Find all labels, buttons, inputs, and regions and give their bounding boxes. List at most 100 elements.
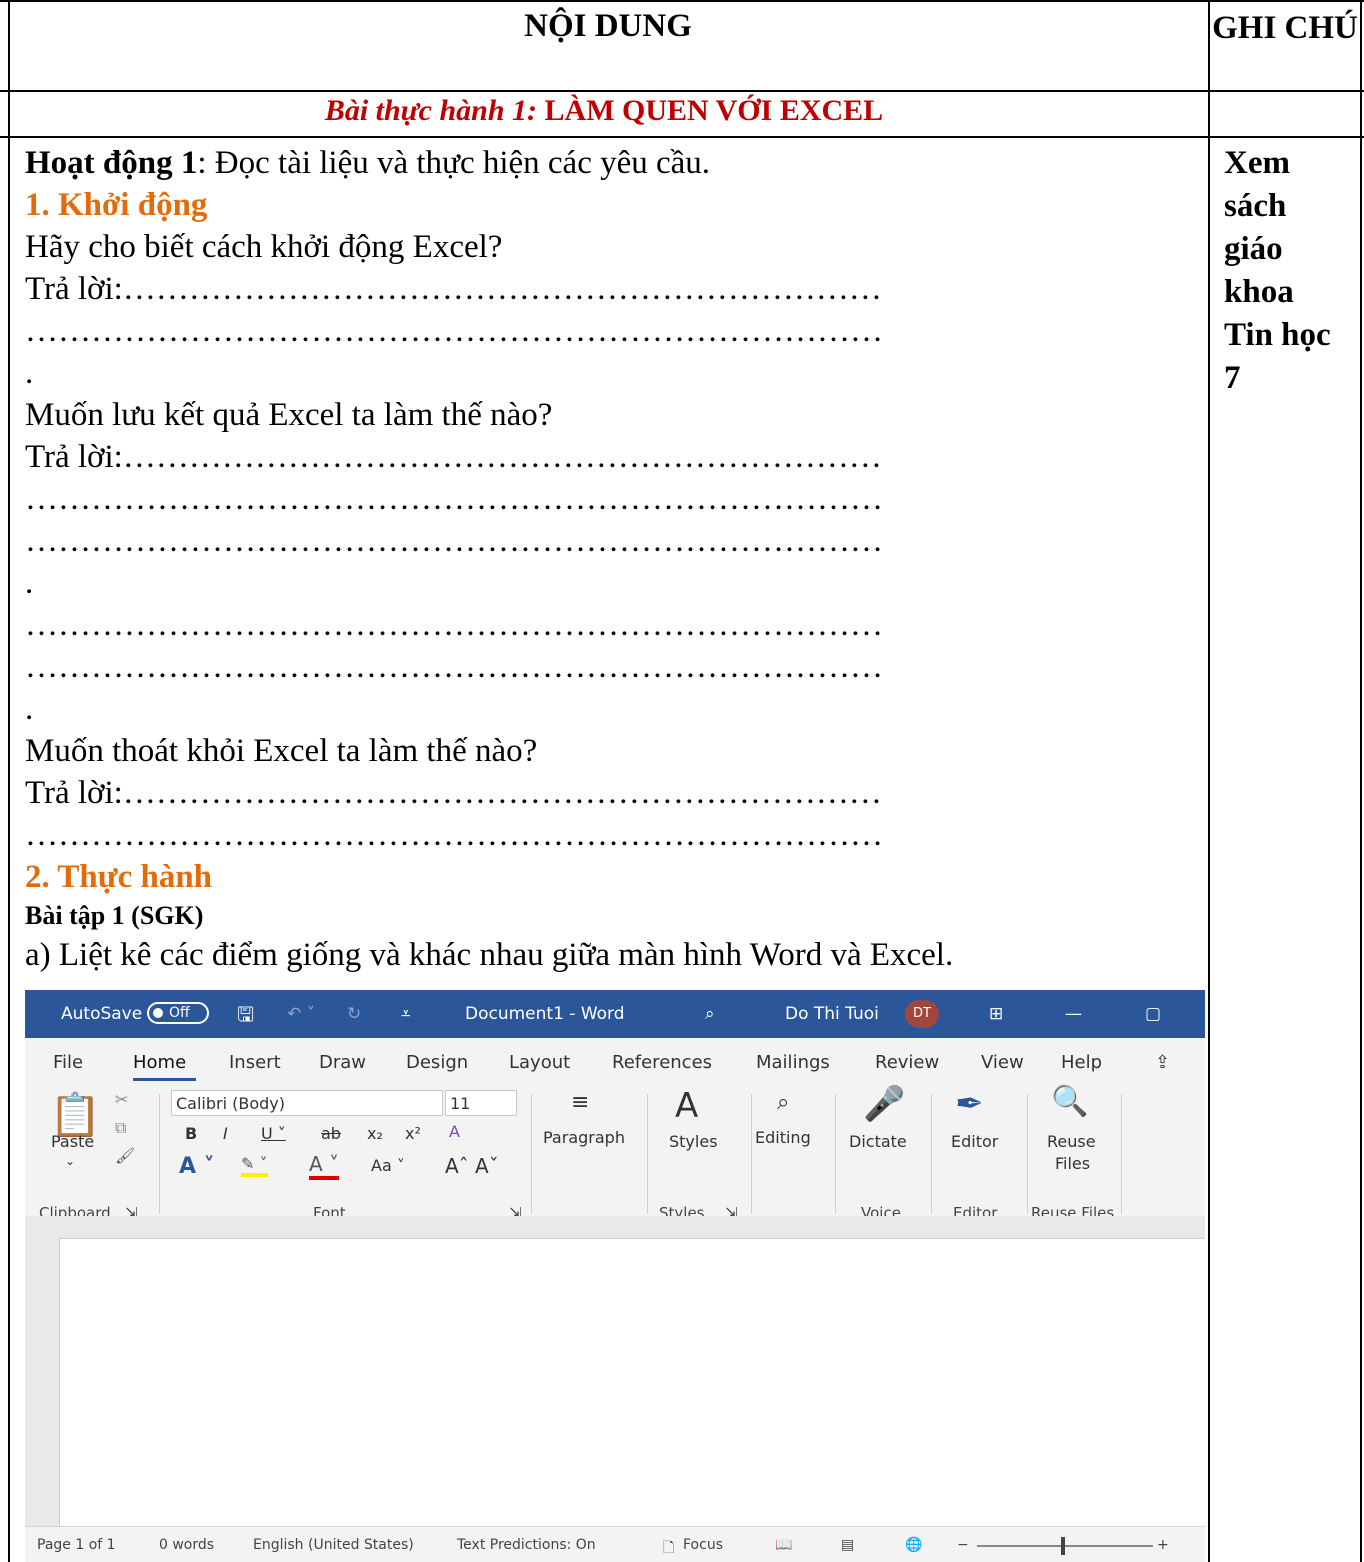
dots-line: …………………………………………………………………… [25,313,883,349]
answer-line: Trả lời:…………………………………………………………… [25,775,882,811]
table-border-right [1360,0,1362,1562]
paragraph-icon[interactable]: ≡ [571,1090,589,1115]
tab-view[interactable]: View [981,1052,1024,1073]
font-color-icon[interactable]: A ˅ [309,1152,340,1180]
zoom-out-icon[interactable]: − [957,1537,969,1553]
page-count[interactable]: Page 1 of 1 [37,1537,116,1553]
focus-icon[interactable]: 🗋 [663,1537,674,1561]
note-line: khoa [1224,274,1294,310]
language[interactable]: English (United States) [253,1537,414,1553]
group-separator [751,1094,752,1214]
dots-line: …………………………………………………………………… [25,481,883,517]
zoom-slider-knob[interactable] [1061,1537,1065,1555]
editor-button[interactable]: Editor [951,1132,998,1151]
paragraph-button[interactable]: Paragraph [543,1128,625,1147]
change-case-icon[interactable]: Aa ˅ [371,1156,405,1175]
group-separator [931,1094,932,1214]
tab-references[interactable]: References [612,1052,712,1073]
table-column-divider [1208,0,1210,1562]
microphone-icon[interactable]: 🎤 [863,1084,905,1124]
highlight-icon[interactable]: ✎ ˅ [241,1154,268,1177]
user-name: Do Thi Tuoi [785,1004,879,1024]
print-layout-icon[interactable]: ▤ [841,1537,854,1553]
focus-button[interactable]: Focus [683,1537,723,1553]
word-screenshot: AutoSave Off 🖫 ↶ ˅ ↻ ⩡ Document1 - Word … [25,990,1205,1562]
reuse-button[interactable]: Reuse [1047,1132,1096,1151]
superscript-icon[interactable]: x² [405,1124,421,1143]
tab-layout[interactable]: Layout [509,1052,570,1073]
share-icon[interactable]: ⇪ [1155,1052,1170,1073]
text-effects-icon[interactable]: A ˅ [179,1154,215,1179]
group-separator [1027,1094,1028,1214]
note-cell: Xem sách giáo khoa Tin học 7 [1224,142,1354,400]
document-page[interactable] [59,1238,1205,1528]
avatar[interactable]: DT [905,1000,939,1028]
group-separator [1121,1094,1122,1214]
redo-icon[interactable]: ↻ [347,1004,361,1024]
document-title: Document1 - Word [465,1004,625,1024]
note-line: giáo [1224,231,1283,267]
tab-draw[interactable]: Draw [319,1052,366,1073]
tab-review[interactable]: Review [875,1052,939,1073]
dots-line: …………………………………………………………………… [25,649,883,685]
tab-file[interactable]: File [53,1052,83,1073]
font-name-select[interactable]: Calibri (Body) [171,1090,443,1116]
paste-button[interactable]: Paste [51,1132,94,1151]
lesson-prefix: Bài thực hành 1: [324,94,538,127]
underline-icon[interactable]: U ˅ [261,1124,286,1143]
dictate-button[interactable]: Dictate [849,1132,907,1151]
editor-pen-icon[interactable]: ✒ [955,1084,984,1124]
text-predictions[interactable]: Text Predictions: On [457,1537,596,1553]
tab-insert[interactable]: Insert [229,1052,281,1073]
font-size-select[interactable]: 11 [445,1090,517,1116]
dot-line: . [25,691,34,727]
minimize-icon[interactable]: — [1065,1004,1082,1024]
word-count[interactable]: 0 words [159,1537,214,1553]
strikethrough-icon[interactable]: ab [321,1124,341,1143]
tab-help[interactable]: Help [1061,1052,1102,1073]
note-line: sách [1224,188,1287,224]
cut-icon[interactable]: ✂ [115,1090,128,1109]
dot-line: . [25,355,34,391]
files-label[interactable]: Files [1055,1154,1090,1173]
zoom-in-icon[interactable]: + [1157,1537,1169,1553]
group-separator [531,1094,532,1214]
reuse-files-icon[interactable]: 🔍 [1051,1084,1088,1119]
undo-icon[interactable]: ↶ ˅ [287,1004,315,1024]
format-painter-icon[interactable]: 🖌 [115,1146,135,1165]
tab-home[interactable]: Home [133,1052,186,1073]
italic-icon[interactable]: I [223,1124,228,1143]
group-separator [835,1094,836,1214]
editing-button[interactable]: Editing [755,1128,811,1147]
chevron-down-icon[interactable]: ⌄ [65,1154,75,1168]
zoom-slider[interactable] [977,1545,1153,1547]
question-save: Muốn lưu kết quả Excel ta làm thế nào? [25,397,553,433]
bold-icon[interactable]: B [185,1124,197,1143]
header-content: NỘI DUNG [524,8,692,44]
styles-button[interactable]: Styles [669,1132,718,1151]
copy-icon[interactable]: ⧉ [115,1118,126,1138]
note-line: 7 [1224,360,1241,396]
tab-mailings[interactable]: Mailings [756,1052,830,1073]
autosave-label: AutoSave [61,1004,143,1024]
ribbon-display-icon[interactable]: ⊞ [989,1004,1003,1024]
question-exit: Muốn thoát khỏi Excel ta làm thế nào? [25,733,538,769]
read-mode-icon[interactable]: 📖 [775,1537,792,1553]
lesson-name: LÀM QUEN VỚI EXCEL [544,94,884,127]
table-border-left [8,0,10,1562]
maximize-icon[interactable]: ▢ [1145,1004,1161,1024]
subscript-icon[interactable]: x₂ [367,1124,383,1143]
clear-formatting-icon[interactable]: A [449,1122,460,1141]
table-divider [0,90,1364,92]
content-cell: Hoạt động 1: Đọc tài liệu và thực hiện c… [25,142,1185,976]
customize-icon[interactable]: ⩡ [401,1004,411,1024]
autosave-toggle[interactable]: Off [147,1002,209,1024]
tab-design[interactable]: Design [406,1052,468,1073]
search-icon[interactable]: ⌕ [705,1004,715,1024]
web-layout-icon[interactable]: 🌐 [905,1537,922,1553]
grow-font-icon[interactable]: Aˆ Aˇ [445,1154,499,1178]
header-notes: GHI CHÚ [1212,10,1358,46]
styles-icon[interactable]: A [675,1086,698,1126]
save-icon[interactable]: 🖫 [237,1000,254,1034]
find-icon[interactable]: ⌕ [777,1090,789,1115]
